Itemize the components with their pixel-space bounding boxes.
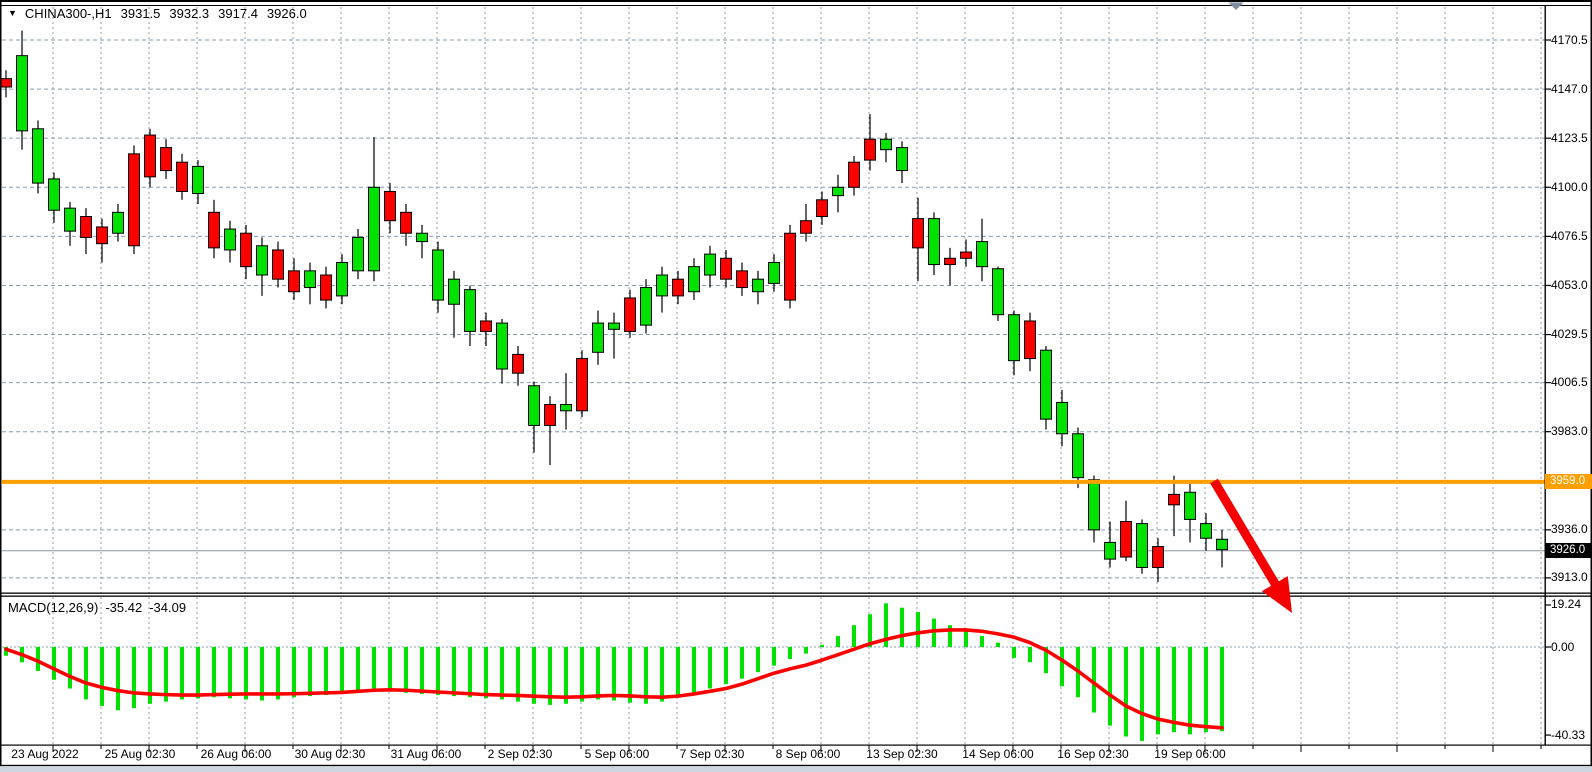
macd-indicator-pane[interactable] xyxy=(2,597,1545,745)
chart-window: ▼ CHINA300-,H1 3931.5 3932.3 3917.4 3926.0 MA… xyxy=(0,0,1592,772)
window-top-border xyxy=(0,0,1592,2)
price-tick-label: 3983.0 xyxy=(1551,424,1588,439)
price-tick-label: 3936.0 xyxy=(1551,522,1588,537)
macd-tick-label: 0.00 xyxy=(1551,640,1574,655)
ohlc-low: 3917.4 xyxy=(218,6,258,21)
ohlc-high: 3932.3 xyxy=(169,6,209,21)
macd-indicator-name: MACD(12,26,9) xyxy=(8,600,98,615)
price-tick-label: 4029.5 xyxy=(1551,327,1588,342)
symbol-dropdown-icon[interactable]: ▼ xyxy=(8,8,17,18)
chart-title: ▼ CHINA300-,H1 3931.5 3932.3 3917.4 3926.0 xyxy=(8,6,307,21)
level-price-tag: 3959.0 xyxy=(1545,474,1592,489)
macd-main-value: -35.42 xyxy=(105,600,142,615)
price-tick-label: 3913.0 xyxy=(1551,570,1588,585)
window-bottom-strip xyxy=(0,766,1592,772)
price-tick-label: 4006.5 xyxy=(1551,375,1588,390)
main-chart-pane[interactable] xyxy=(2,7,1545,592)
current-price-tag: 3926.0 xyxy=(1545,543,1592,558)
price-tick-label: 4100.0 xyxy=(1551,180,1588,195)
price-tick-label: 4170.5 xyxy=(1551,33,1588,48)
pane-separator[interactable] xyxy=(0,593,1592,594)
price-tick-label: 4076.5 xyxy=(1551,229,1588,244)
macd-tick-label: -40.33 xyxy=(1551,728,1585,743)
macd-label: MACD(12,26,9) -35.42 -34.09 xyxy=(8,600,186,615)
price-tick-label: 4053.0 xyxy=(1551,278,1588,293)
ohlc-open: 3931.5 xyxy=(121,6,161,21)
macd-signal-value: -34.09 xyxy=(149,600,186,615)
price-tick-label: 4123.5 xyxy=(1551,131,1588,146)
window-bottom-border xyxy=(0,765,1592,766)
macd-tick-label: 19.24 xyxy=(1551,597,1581,612)
time-tick-label: 19 Sep 06:00 xyxy=(1125,747,1255,761)
ohlc-close: 3926.0 xyxy=(267,6,307,21)
price-tick-label: 4147.0 xyxy=(1551,82,1588,97)
symbol-timeframe-label: CHINA300-,H1 xyxy=(25,6,112,21)
